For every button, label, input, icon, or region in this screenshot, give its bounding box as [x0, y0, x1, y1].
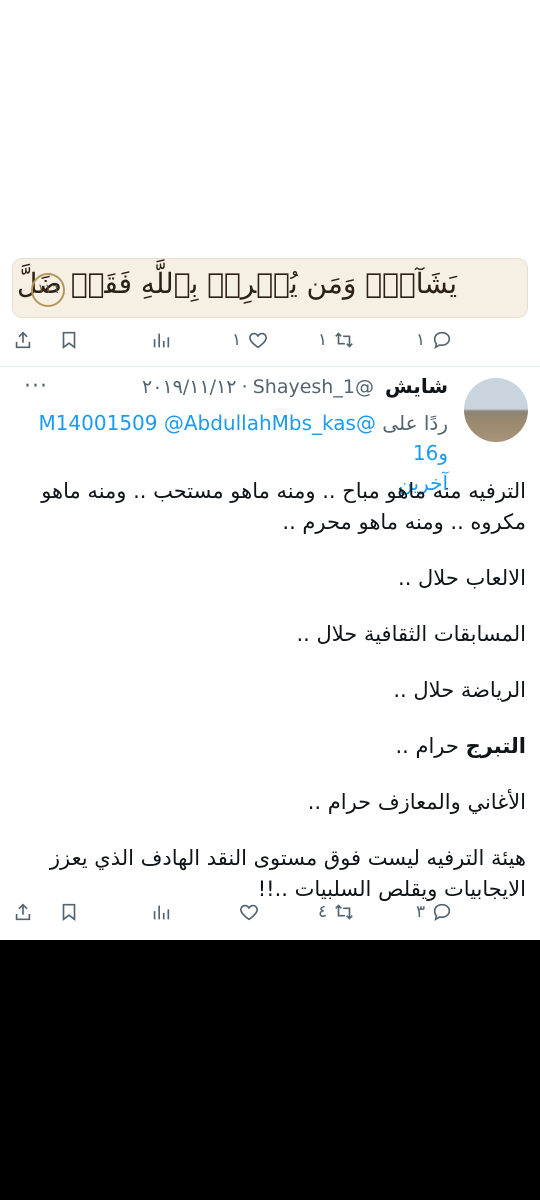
tweet-line-bold: التبرج حرام .. — [14, 731, 526, 762]
like-icon — [249, 332, 268, 349]
retweet-button[interactable]: ١ — [318, 318, 355, 362]
bold-word: التبرج — [465, 734, 526, 758]
retweet-count: ١ — [318, 330, 328, 350]
quran-verse-image[interactable]: يَشَآءُۚ وَمَن يُشۡرِكۡ بِٱللَّهِ فَقَدۡ… — [12, 258, 528, 318]
tweet-date[interactable]: ٢٠١٩/١١/١٢ — [142, 376, 236, 398]
share-icon — [15, 903, 31, 921]
tweet[interactable]: شايش @Shayesh_1 · ٢٠١٩/١١/١٢ ··· ردًا عل… — [0, 366, 540, 901]
tweet-line: الترفيه منه ماهو مباح .. ومنه ماهو مستحب… — [41, 479, 526, 534]
tweet-actions: ٣ ٤ — [0, 890, 540, 934]
tweet-line: المسابقات الثقافية حلال .. — [296, 622, 526, 646]
reply-button[interactable]: ١ — [416, 318, 453, 362]
retweet-icon — [335, 332, 353, 348]
reply-count: ٣ — [416, 902, 426, 922]
replying-to-label: ردًا على — [382, 411, 448, 435]
display-name[interactable]: شايش — [385, 374, 448, 398]
share-icon — [15, 331, 31, 349]
reply-icon — [433, 903, 451, 921]
reply-icon — [433, 331, 451, 349]
retweet-count: ٤ — [318, 902, 328, 922]
tweet-header: شايش @Shayesh_1 · ٢٠١٩/١١/١٢ — [18, 374, 448, 404]
blank-area — [0, 0, 540, 258]
tweet-line: الأغاني والمعازف حرام .. — [307, 790, 526, 814]
tweet-line: الرياضة حلال .. — [393, 678, 526, 702]
more-options-icon[interactable]: ··· — [24, 374, 48, 399]
like-button[interactable] — [238, 890, 260, 934]
avatar[interactable] — [464, 378, 528, 442]
ayah-number-badge: ١١٦ — [31, 273, 65, 307]
quran-verse-text: يَشَآءُۚ وَمَن يُشۡرِكۡ بِٱللَّهِ فَقَدۡ… — [13, 267, 457, 300]
bookmark-button[interactable] — [58, 890, 80, 934]
user-handle[interactable]: @Shayesh_1 — [253, 376, 374, 398]
bookmark-icon — [62, 903, 76, 921]
reply-count: ١ — [416, 330, 426, 350]
share-button[interactable] — [12, 318, 34, 362]
separator-dot: · — [241, 376, 248, 398]
bookmark-icon — [62, 331, 76, 349]
views-icon — [153, 333, 170, 348]
bookmark-button[interactable] — [58, 318, 80, 362]
retweet-icon — [335, 904, 353, 920]
like-count: ١ — [232, 330, 242, 350]
tweet-line: الالعاب حلال .. — [398, 566, 526, 590]
tweet-line: حرام .. — [395, 734, 459, 758]
views-button[interactable] — [150, 318, 172, 362]
retweet-button[interactable]: ٤ — [318, 890, 355, 934]
views-icon — [153, 905, 170, 920]
reply-button[interactable]: ٣ — [416, 890, 453, 934]
tweet-text: الترفيه منه ماهو مباح .. ومنه ماهو مستحب… — [14, 476, 526, 905]
like-icon — [240, 904, 258, 921]
like-button[interactable]: ١ — [232, 318, 269, 362]
views-button[interactable] — [150, 890, 172, 934]
top-tweet-actions: ١ ١ ١ — [0, 318, 540, 362]
screenshot-sheet: يَشَآءُۚ وَمَن يُشۡرِكۡ بِٱللَّهِ فَقَدۡ… — [0, 0, 540, 940]
share-button[interactable] — [12, 890, 34, 934]
